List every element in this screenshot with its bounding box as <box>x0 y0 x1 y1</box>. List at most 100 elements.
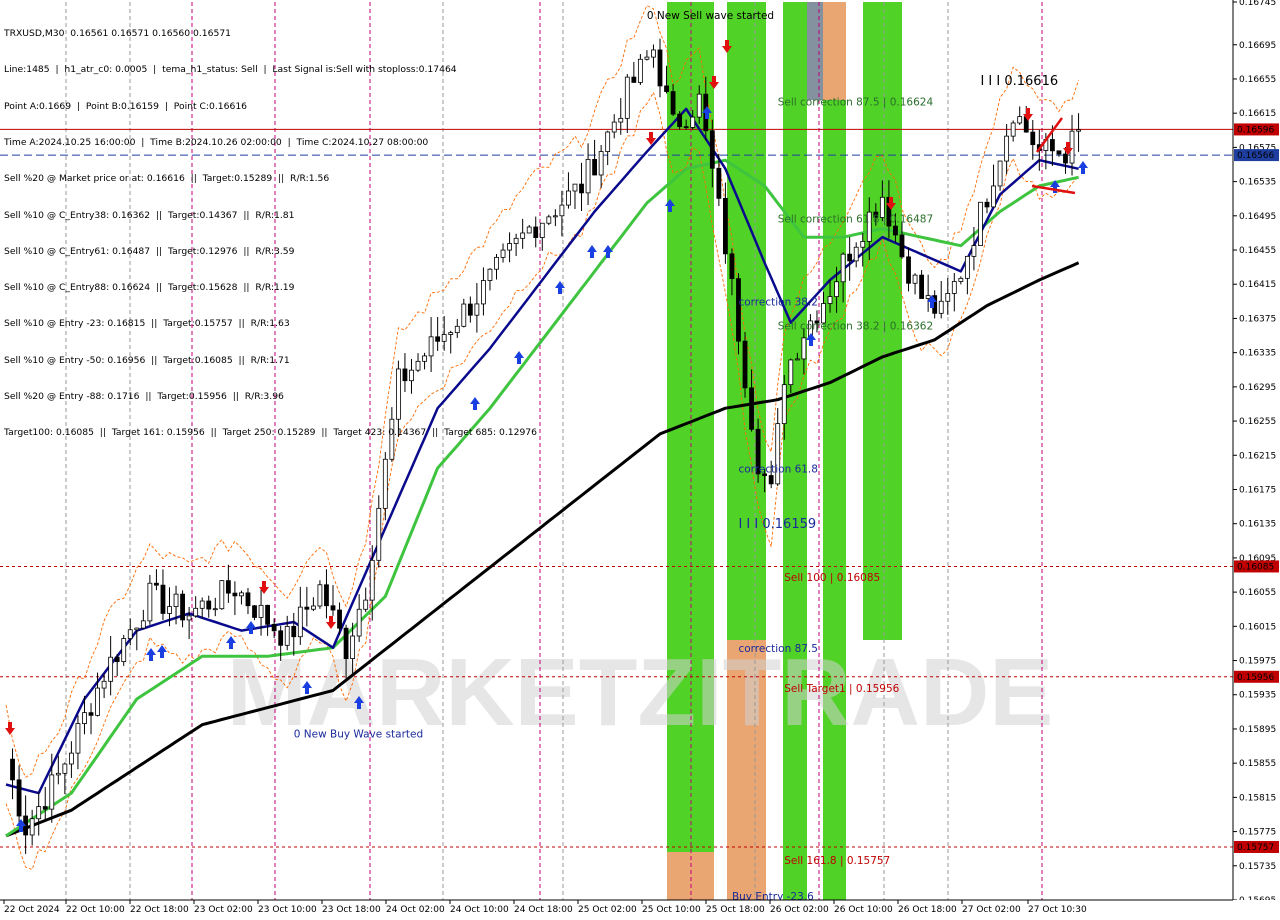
candle-body <box>651 49 656 58</box>
candle-body <box>49 774 55 810</box>
candle-body <box>781 384 787 425</box>
candle-body <box>75 723 81 754</box>
price-tick-label: 0.16215 <box>1239 451 1276 461</box>
time-tick-label: 23 Oct 18:00 <box>322 905 381 915</box>
candle-body <box>566 190 571 206</box>
candle-body <box>1076 129 1081 132</box>
chart-annotation: 0 New Buy Wave started <box>294 729 423 741</box>
info-line: Sell %10 @ C_Entry88: 0.16624 || Target:… <box>4 282 295 294</box>
candle-body <box>101 680 107 689</box>
info-line: Sell %20 @ Entry -88: 0.1716 || Target:0… <box>4 391 284 402</box>
price-tick-label: 0.16535 <box>1239 178 1276 188</box>
candle-body <box>598 151 604 176</box>
candle-body <box>585 158 591 194</box>
candle-body <box>121 638 127 663</box>
candle-body <box>382 458 388 509</box>
chart-annotation: 0 New Sell wave started <box>647 10 774 22</box>
candle-body <box>1030 131 1036 146</box>
candle-body <box>624 76 630 119</box>
candle-body <box>1063 153 1068 164</box>
info-line: Sell %10 @ Entry -23: 0.16815 || Target:… <box>4 318 290 330</box>
candle-body <box>134 627 140 631</box>
info-panel: TRXUSD,M30 0.16561 0.16571 0.16560 0.165… <box>4 4 537 451</box>
candle-body <box>1069 130 1075 164</box>
candle-body <box>62 763 68 774</box>
candle-body <box>206 600 212 610</box>
price-tick-label: 0.16015 <box>1239 622 1276 632</box>
candle-body <box>670 91 676 115</box>
candle-body <box>971 245 977 257</box>
price-tick-label: 0.16175 <box>1239 485 1276 495</box>
candle-body <box>938 300 944 314</box>
candle-body <box>55 772 61 776</box>
candle-body <box>572 183 578 192</box>
candle-body <box>677 113 683 128</box>
candle-body <box>265 604 271 625</box>
candle-body <box>723 197 728 255</box>
chart-annotation: Sell correction 87.5 | 0.16624 <box>778 96 934 108</box>
time-axis[interactable]: 22 Oct 2024 22 Oct 10:00 22 Oct 18:00 23 Oc… <box>0 899 1280 920</box>
chart-annotation: correction 87.5 <box>738 643 817 655</box>
price-axis[interactable]: 0.167450.166950.166550.166150.165750.165… <box>1232 0 1280 920</box>
time-axis-bg <box>0 900 1280 920</box>
price-tick-label: 0.16745 <box>1239 0 1276 8</box>
candle-body <box>853 246 859 262</box>
candle-body <box>788 359 794 386</box>
candle-body <box>16 779 22 817</box>
candle-body <box>893 225 898 236</box>
candle-body <box>297 606 303 638</box>
candle-body <box>376 507 382 561</box>
price-tick-label: 0.15935 <box>1239 691 1276 701</box>
candle-body <box>363 599 369 610</box>
candle-body <box>154 582 159 586</box>
candle-body <box>199 600 205 609</box>
candle-body <box>749 387 754 430</box>
time-tick-label: 27 Oct 02:00 <box>962 905 1021 915</box>
candle-body <box>252 605 257 618</box>
time-tick-label: 25 Oct 10:00 <box>642 905 701 915</box>
candle-body <box>552 215 558 218</box>
candle-body <box>925 295 931 299</box>
candle-body <box>742 340 748 389</box>
price-level-label: 0.16085 <box>1237 562 1274 572</box>
symbol-line: TRXUSD,M30 0.16561 0.16571 0.16560 0.165… <box>4 28 232 40</box>
time-tick-label: 23 Oct 02:00 <box>194 905 253 915</box>
chart-annotation: correction 61.8 <box>738 463 817 475</box>
time-tick-label: 22 Oct 10:00 <box>66 905 125 915</box>
chart-annotation: Sell Target1 | 0.15956 <box>784 683 899 695</box>
candle-body <box>88 712 94 716</box>
candle-body <box>657 49 663 87</box>
candle-body <box>611 121 617 133</box>
candle-body <box>330 605 336 611</box>
chart-annotation: correction 38.2 <box>738 297 817 309</box>
price-tick-label: 0.16135 <box>1239 520 1276 530</box>
candle-body <box>245 592 251 607</box>
candle-body <box>919 274 924 299</box>
price-level-label: 0.15757 <box>1237 843 1274 853</box>
candle-body <box>95 687 100 716</box>
price-tick-label: 0.15815 <box>1239 793 1276 803</box>
candle-body <box>271 623 277 632</box>
info-line: Point A:0.1669 | Point B:0.16159 | Point… <box>4 100 248 112</box>
candle-body <box>644 56 650 60</box>
candle-body <box>997 160 1003 187</box>
candle-body <box>180 593 185 621</box>
time-tick-label: 25 Oct 18:00 <box>706 905 765 915</box>
info-line: Time A:2024.10.25 16:00:00 | Time B:2024… <box>4 137 429 149</box>
candle-body <box>709 130 715 169</box>
price-level-label: 0.16566 <box>1237 151 1274 161</box>
candle-body <box>108 656 114 682</box>
candle-body <box>945 293 951 302</box>
candle-body <box>559 204 565 217</box>
price-tick-label: 0.15775 <box>1239 828 1276 838</box>
candle-body <box>912 274 918 284</box>
candle-body <box>212 608 218 611</box>
time-tick-label: 23 Oct 10:00 <box>258 905 317 915</box>
candle-body <box>232 592 238 597</box>
candle-body <box>605 131 611 152</box>
candle-body <box>69 752 74 765</box>
candle-body <box>958 277 964 282</box>
candle-body <box>951 281 957 294</box>
candle-body <box>664 85 669 92</box>
candle-body <box>186 615 192 621</box>
